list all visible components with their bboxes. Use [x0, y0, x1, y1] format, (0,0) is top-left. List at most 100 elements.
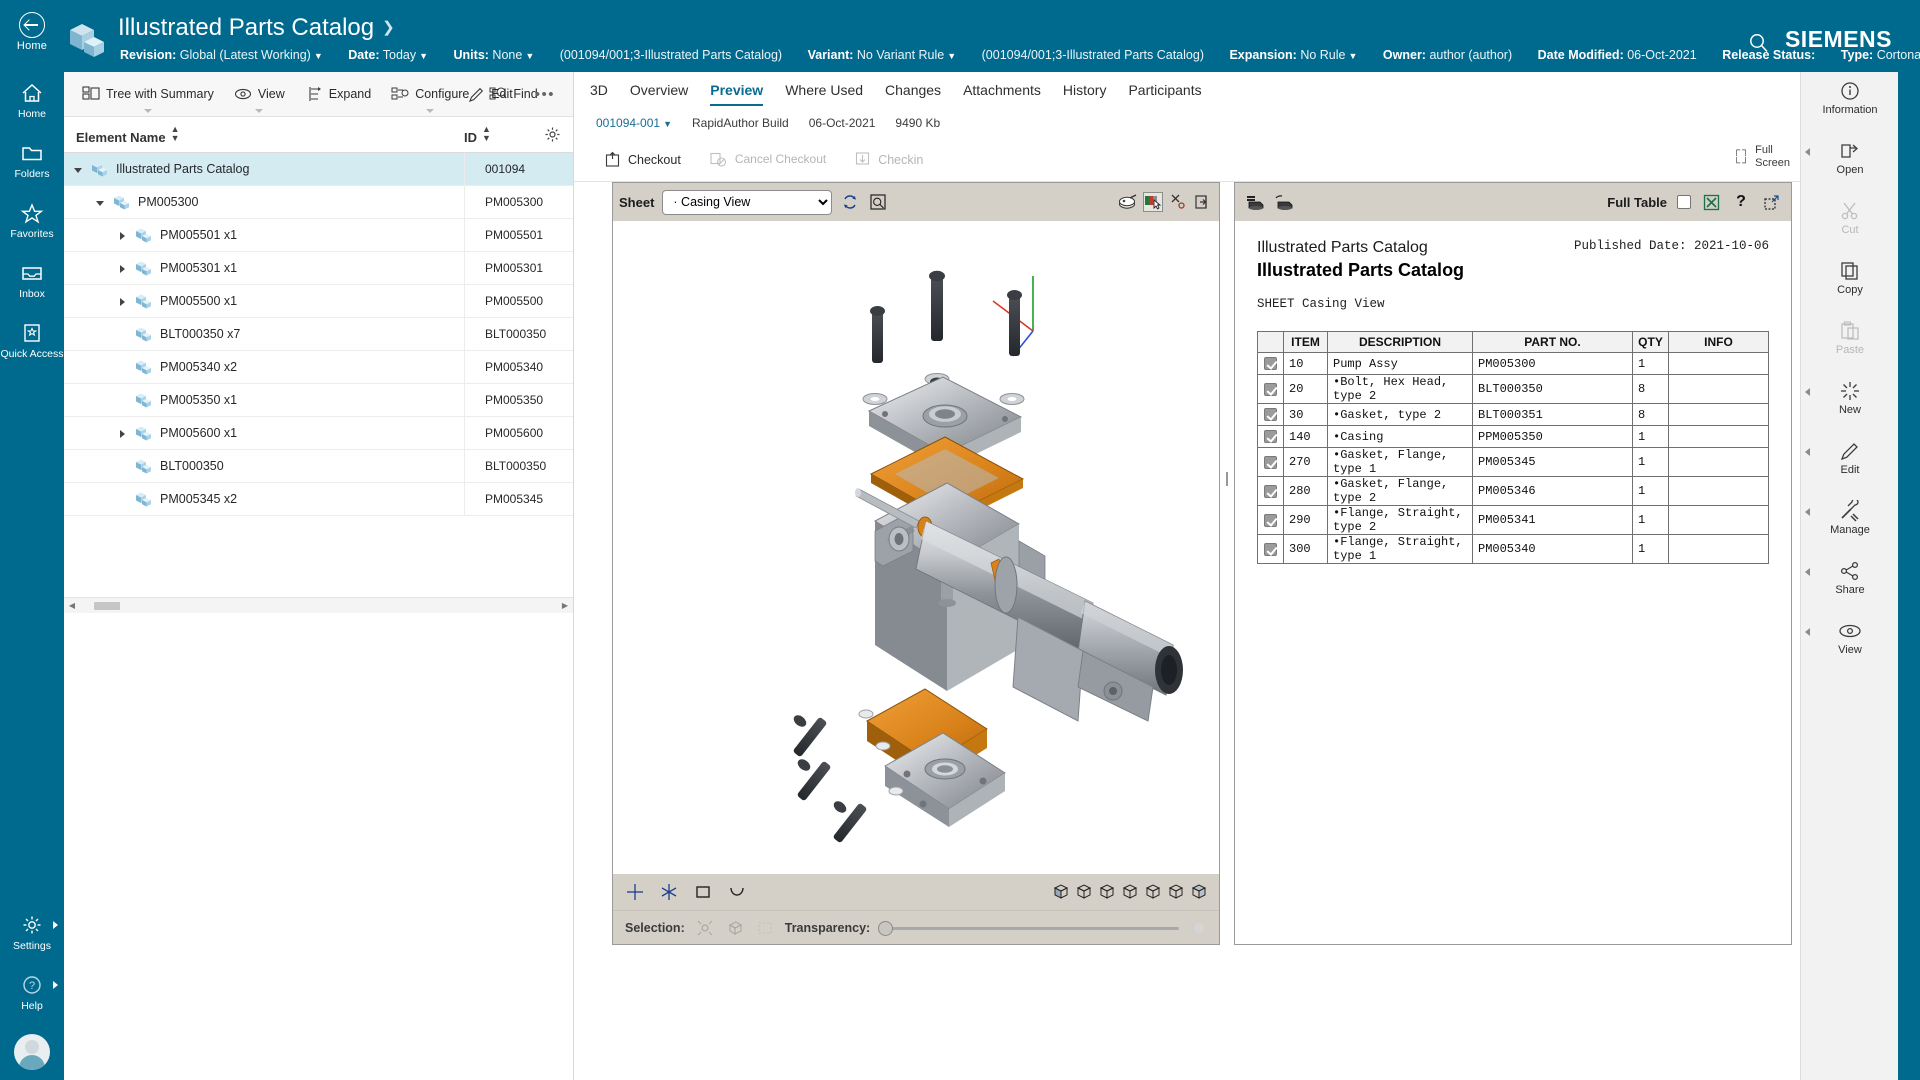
tree-overflow-menu-button[interactable]: •••	[523, 86, 567, 103]
column-settings-gear-icon[interactable]	[544, 126, 561, 143]
sidebar-item-quick-access[interactable]: Quick Access	[0, 312, 64, 372]
tab-where-used[interactable]: Where Used	[785, 72, 863, 108]
tree-twisty[interactable]	[72, 162, 86, 176]
tree-row[interactable]: PM005501 x1 PM005501	[64, 219, 573, 252]
sidebar-item-help[interactable]: ? Help	[0, 964, 64, 1024]
sidebar-item-favorites[interactable]: Favorites	[0, 192, 64, 252]
table-row[interactable]: 10 Pump Assy PM005300 1	[1257, 352, 1769, 375]
sidebar-item-home[interactable]: Home	[0, 72, 64, 132]
cube-left-icon[interactable]	[1097, 882, 1117, 902]
meta-date[interactable]: Date: Today ▼	[348, 48, 428, 62]
tree-row[interactable]: BLT000350 x7 BLT000350	[64, 318, 573, 351]
full-table-checkbox[interactable]	[1677, 195, 1691, 209]
breadcrumb-chevron-icon[interactable]: ❯	[382, 19, 395, 36]
rail-item-copy[interactable]: Copy	[1801, 252, 1899, 312]
column-header-id[interactable]: ID ▲ ▼	[464, 124, 552, 145]
table-row[interactable]: 30 •Gasket, type 2 BLT000351 8	[1257, 403, 1769, 426]
row-checkbox-cell[interactable]	[1257, 505, 1284, 535]
excel-export-icon[interactable]	[1701, 192, 1721, 212]
row-checkbox-cell[interactable]	[1257, 374, 1284, 404]
panel-splitter[interactable]	[1226, 472, 1230, 486]
rail-item-share[interactable]: Share	[1801, 552, 1899, 612]
cube-bottom-icon[interactable]	[1166, 882, 1186, 902]
tree-row[interactable]: PM005300 PM005300	[64, 186, 573, 219]
avatar[interactable]	[14, 1034, 50, 1070]
export-icon[interactable]	[1193, 192, 1213, 212]
row-checkbox[interactable]	[1264, 357, 1277, 370]
tree-row[interactable]: Illustrated Parts Catalog 001094	[64, 153, 573, 186]
rail-item-view[interactable]: View	[1801, 612, 1899, 672]
rail-item-information[interactable]: Information	[1801, 72, 1899, 132]
tree-row[interactable]: PM005345 x2 PM005345	[64, 483, 573, 516]
tab-attachments[interactable]: Attachments	[963, 72, 1041, 108]
tree-twisty[interactable]	[94, 195, 108, 209]
transparency-slider[interactable]	[878, 920, 1179, 936]
tree-row[interactable]: PM005600 x1 PM005600	[64, 417, 573, 450]
print-table-icon[interactable]	[1245, 192, 1265, 212]
home-back-button[interactable]: Home	[8, 8, 56, 64]
tree-row[interactable]: BLT000350 BLT000350	[64, 450, 573, 483]
cube-top-icon[interactable]	[1143, 882, 1163, 902]
tree-twisty[interactable]	[116, 294, 130, 308]
tab-history[interactable]: History	[1063, 72, 1107, 108]
tree-row[interactable]: PM005301 x1 PM005301	[64, 252, 573, 285]
scrollbar-track[interactable]	[80, 601, 557, 610]
view-button[interactable]: View	[224, 72, 295, 117]
row-checkbox[interactable]	[1264, 408, 1277, 421]
row-checkbox-cell[interactable]	[1257, 476, 1284, 506]
tab-changes[interactable]: Changes	[885, 72, 941, 108]
table-row[interactable]: 270 •Gasket, Flange, type 1 PM005345 1	[1257, 447, 1769, 477]
row-checkbox-cell[interactable]	[1257, 352, 1284, 375]
row-checkbox[interactable]	[1264, 542, 1277, 556]
tab-3d[interactable]: 3D	[590, 72, 608, 108]
checkout-button[interactable]: Checkout	[592, 138, 693, 182]
sidebar-item-settings[interactable]: Settings	[0, 904, 64, 964]
colorpick-icon[interactable]	[1143, 192, 1163, 212]
palette-icon[interactable]	[1118, 192, 1138, 212]
scrollbar-thumb[interactable]	[94, 601, 120, 610]
meta-variant[interactable]: Variant: No Variant Rule ▼	[808, 48, 957, 62]
meta-revision[interactable]: Revision: Global (Latest Working) ▼	[120, 48, 323, 62]
cube-right-icon[interactable]	[1120, 882, 1140, 902]
crosshair-icon[interactable]	[625, 882, 645, 902]
refresh-icon[interactable]	[840, 192, 860, 212]
select-box-icon[interactable]	[725, 918, 745, 938]
table-row[interactable]: 140 •Casing PPM005350 1	[1257, 425, 1769, 448]
rail-item-open[interactable]: Open	[1801, 132, 1899, 192]
meta-units[interactable]: Units: None ▼	[454, 48, 535, 62]
tree-twisty[interactable]	[116, 426, 130, 440]
snapshot-icon[interactable]	[868, 192, 888, 212]
full-screen-button[interactable]: ┌┐ └┘ Full Screen	[1733, 144, 1790, 170]
meta-expansion[interactable]: Expansion: No Rule ▼	[1229, 48, 1357, 62]
rail-item-edit[interactable]: Edit	[1801, 432, 1899, 492]
table-row[interactable]: 290 •Flange, Straight, type 2 PM005341 1	[1257, 505, 1769, 535]
pointer-icon[interactable]	[1168, 192, 1188, 212]
table-row[interactable]: 20 •Bolt, Hex Head, type 2 BLT000350 8	[1257, 374, 1769, 404]
cube-front-icon[interactable]	[1051, 882, 1071, 902]
row-checkbox-cell[interactable]	[1257, 425, 1284, 448]
tree-with-summary-button[interactable]: Tree with Summary	[72, 72, 224, 117]
tree-row[interactable]: PM005350 x1 PM005350	[64, 384, 573, 417]
row-checkbox-cell[interactable]	[1257, 534, 1284, 564]
tree-twisty[interactable]	[116, 228, 130, 242]
tree-row[interactable]: PM005500 x1 PM005500	[64, 285, 573, 318]
row-checkbox[interactable]	[1264, 484, 1277, 498]
rail-item-manage[interactable]: Manage	[1801, 492, 1899, 552]
search-icon[interactable]	[1748, 32, 1770, 54]
cube-iso-icon[interactable]	[1189, 882, 1209, 902]
row-checkbox[interactable]	[1264, 455, 1277, 469]
row-checkbox[interactable]	[1264, 513, 1277, 527]
slider-knob[interactable]	[878, 920, 894, 936]
tree-row[interactable]: PM005340 x2 PM005340	[64, 351, 573, 384]
row-checkbox[interactable]	[1264, 430, 1277, 443]
expand-button[interactable]: Expand	[295, 72, 381, 117]
tab-preview[interactable]: Preview	[710, 72, 763, 108]
asterisk-icon[interactable]	[659, 882, 679, 902]
row-checkbox-cell[interactable]	[1257, 403, 1284, 426]
tab-overview[interactable]: Overview	[630, 72, 688, 108]
sidebar-item-folders[interactable]: Folders	[0, 132, 64, 192]
tab-participants[interactable]: Participants	[1128, 72, 1201, 108]
edit-button[interactable]: Edit	[457, 72, 523, 117]
table-row[interactable]: 300 •Flange, Straight, type 1 PM005340 1	[1257, 534, 1769, 564]
select-marquee-icon[interactable]	[755, 918, 775, 938]
